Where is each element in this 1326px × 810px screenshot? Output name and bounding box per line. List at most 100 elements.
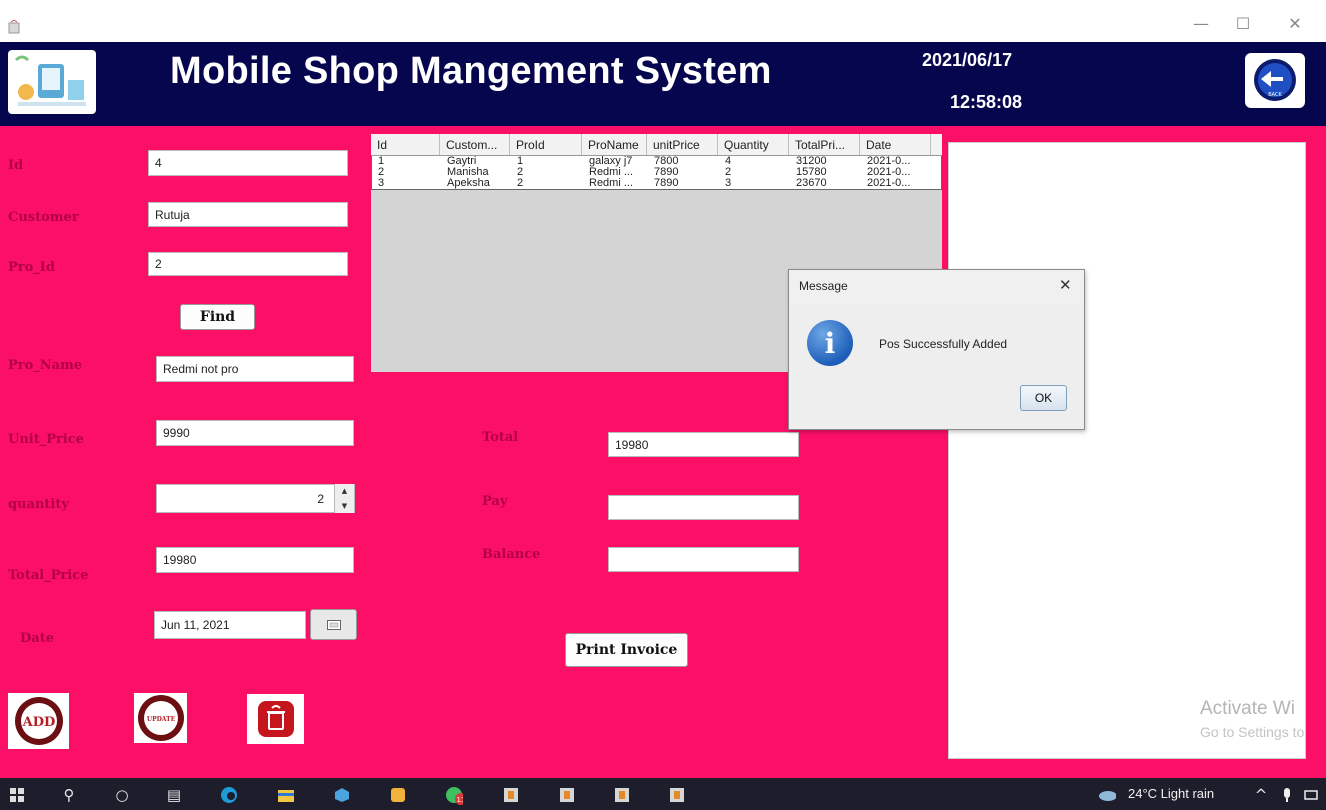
table-row[interactable]: 3 Apeksha 2 Redmi ... 7890 3 23670 2021-…	[372, 178, 941, 189]
current-date: 2021/06/17	[922, 50, 1013, 70]
back-button[interactable]: BACK	[1245, 53, 1305, 108]
file-explorer-icon[interactable]	[277, 786, 295, 804]
column-header[interactable]: unitPrice	[647, 134, 718, 155]
customer-field[interactable]: Rutuja	[148, 202, 348, 227]
column-header[interactable]: Quantity	[718, 134, 789, 155]
pro-id-field[interactable]: 2	[148, 252, 348, 276]
table-cell: 23670	[796, 178, 827, 189]
total-price-field[interactable]: 19980	[156, 547, 354, 573]
back-arrow-icon: BACK	[1254, 59, 1296, 101]
table-cell: 15780	[796, 167, 827, 178]
column-header[interactable]: TotalPri...	[789, 134, 860, 155]
whatsapp-icon[interactable]: 11	[445, 786, 463, 805]
update-button[interactable]: UPDATE	[134, 693, 187, 743]
table-cell: 2021-0...	[867, 156, 911, 167]
edge-icon[interactable]	[220, 786, 238, 804]
calendar-button[interactable]	[310, 609, 357, 640]
customer-label: Customer	[8, 210, 79, 225]
info-icon: i	[807, 320, 853, 366]
column-header[interactable]: ProName	[582, 134, 647, 155]
java-window-icon[interactable]	[668, 786, 686, 804]
sales-table: Id Custom... ProId ProName unitPrice Qua…	[371, 134, 942, 190]
table-cell: 7890	[654, 178, 679, 189]
table-cell: 3	[378, 178, 385, 189]
balance-label: Balance	[482, 547, 541, 562]
table-cell: 2021-0...	[867, 167, 911, 178]
chevron-up-icon[interactable]: ^	[1252, 786, 1270, 804]
minimize-button[interactable]: —	[1186, 12, 1216, 36]
table-cell: 2	[517, 178, 524, 189]
weather-text[interactable]: 24°C Light rain	[1128, 786, 1214, 801]
spinner-down-icon[interactable]: ▼	[335, 499, 354, 514]
svg-text:BACK: BACK	[1268, 92, 1282, 98]
message-dialog: Message ✕ i Pos Successfully Added OK	[788, 269, 1085, 430]
microphone-icon[interactable]	[1278, 786, 1296, 804]
table-cell: 2	[517, 167, 524, 178]
weather-icon[interactable]	[1098, 786, 1116, 804]
total-field[interactable]: 19980	[608, 432, 799, 457]
table-cell: 1	[378, 156, 385, 167]
invoice-text-area[interactable]	[948, 142, 1306, 759]
table-cell: 2021-0...	[867, 178, 911, 189]
table-row[interactable]: 2 Manisha 2 Redmi ... 7890 2 15780 2021-…	[372, 167, 941, 178]
quantity-stepper[interactable]: 2	[156, 484, 355, 513]
table-cell: 2	[725, 167, 732, 178]
column-header[interactable]: Id	[371, 134, 440, 155]
table-cell: 7800	[654, 156, 679, 167]
search-icon[interactable]: ⚲	[60, 786, 78, 804]
start-icon[interactable]	[8, 786, 26, 804]
balance-field[interactable]	[608, 547, 799, 572]
table-header: Id Custom... ProId ProName unitPrice Qua…	[371, 134, 942, 156]
column-header[interactable]: ProId	[510, 134, 582, 155]
maximize-button[interactable]: ☐	[1228, 12, 1258, 36]
table-cell: 7890	[654, 167, 679, 178]
unit-price-field[interactable]: 9990	[156, 420, 354, 446]
table-cell: Gaytri	[447, 156, 477, 167]
svg-text:11: 11	[457, 796, 463, 804]
taskbar-app-icon[interactable]	[389, 786, 407, 804]
print-invoice-button[interactable]: Print Invoice	[565, 633, 688, 667]
table-cell: Manisha	[447, 167, 489, 178]
id-field[interactable]: 4	[148, 150, 348, 176]
dialog-title: Message	[799, 279, 848, 293]
pay-field[interactable]	[608, 495, 799, 520]
pay-label: Pay	[482, 494, 508, 509]
cortana-icon[interactable]: ○	[113, 786, 131, 804]
delete-button[interactable]	[247, 694, 304, 744]
dialog-close-icon[interactable]: ✕	[1059, 276, 1072, 294]
task-view-icon[interactable]: ▤	[165, 786, 183, 804]
date-field[interactable]: Jun 11, 2021	[154, 611, 306, 639]
svg-text:UPDATE: UPDATE	[146, 716, 175, 723]
add-icon: ADD	[14, 697, 63, 745]
java-window-icon[interactable]	[613, 786, 631, 804]
current-time: 12:58:08	[950, 92, 1023, 112]
column-header[interactable]: Date	[860, 134, 931, 155]
close-button[interactable]: ✕	[1280, 12, 1310, 36]
store-icon[interactable]	[333, 786, 351, 804]
table-cell: 3	[725, 178, 732, 189]
pro-name-label: Pro_Name	[8, 358, 83, 373]
update-icon: UPDATE	[137, 695, 184, 741]
window-titlebar	[0, 0, 1326, 42]
quantity-spinner-arrows[interactable]: ▲ ▼	[334, 484, 354, 513]
table-row[interactable]: 1 Gaytri 1 galaxy j7 7800 4 31200 2021-0…	[372, 156, 941, 167]
java-app-icon	[8, 19, 20, 34]
total-label: Total	[482, 430, 519, 445]
spinner-up-icon[interactable]: ▲	[335, 484, 354, 499]
pro-name-field[interactable]: Redmi not pro	[156, 356, 354, 382]
java-window-icon[interactable]	[558, 786, 576, 804]
network-icon[interactable]	[1302, 786, 1320, 804]
table-cell: galaxy j7	[589, 156, 633, 167]
table-cell: Apeksha	[447, 178, 490, 189]
dialog-message: Pos Successfully Added	[879, 337, 1008, 351]
shop-logo	[8, 50, 96, 114]
java-window-icon[interactable]	[502, 786, 520, 804]
add-button[interactable]: ADD	[8, 693, 69, 749]
table-cell: Redmi ...	[589, 167, 634, 178]
column-header[interactable]: Custom...	[440, 134, 510, 155]
table-cell: Redmi ...	[589, 178, 634, 189]
ok-button[interactable]: OK	[1020, 385, 1067, 411]
quantity-label: quantity	[8, 497, 69, 512]
activate-windows-subtext: Go to Settings to	[1200, 724, 1305, 740]
find-button[interactable]: Find	[180, 304, 255, 330]
